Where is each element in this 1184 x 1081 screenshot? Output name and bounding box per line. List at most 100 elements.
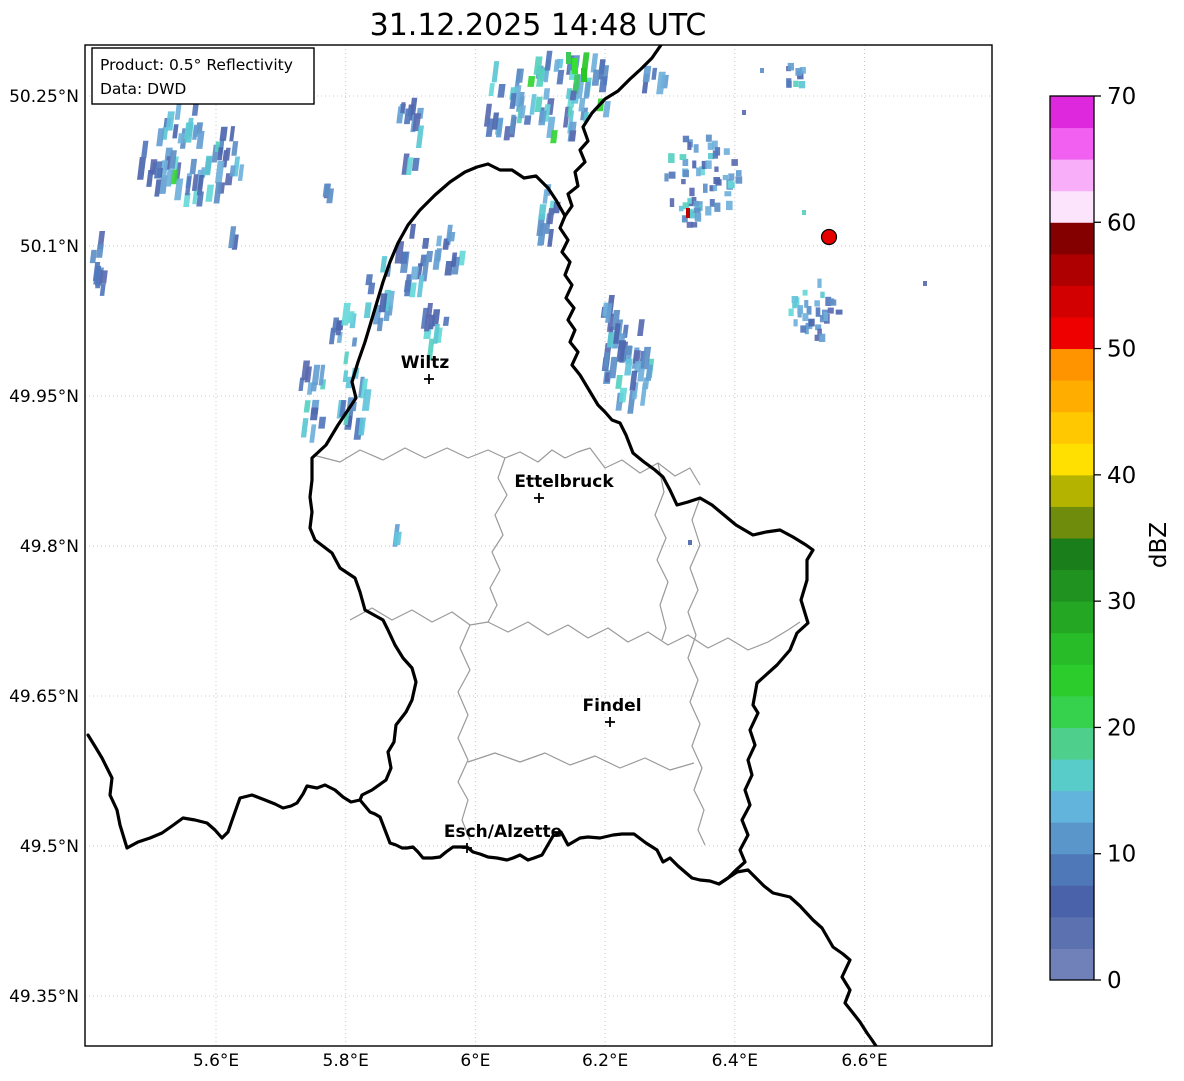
x-tick-label: 5.6°E: [193, 1051, 239, 1071]
echo-high-intensity-cell: [572, 58, 578, 74]
radar-site-dot: [820, 228, 838, 246]
district-border: [467, 752, 695, 771]
echo-cell: [447, 232, 456, 242]
colorbar-tick-label: 50: [1107, 337, 1136, 363]
y-tick-label: 49.8°N: [20, 537, 79, 557]
colorbar-segment: [1050, 538, 1094, 571]
echo-cell: [174, 102, 182, 120]
echo-cell: [802, 313, 809, 322]
radar-site-layer: [820, 228, 838, 246]
echo-cell: [556, 69, 565, 85]
echo-cell: [409, 223, 416, 239]
echo-cell: [491, 61, 500, 83]
echo-cell: [219, 126, 228, 141]
echo-cell: [89, 249, 97, 264]
echo-cell: [705, 134, 712, 142]
colorbar-segments: [1050, 96, 1094, 981]
echo-cell: [709, 199, 715, 207]
district-border: [312, 447, 591, 463]
echo-cell: [692, 160, 697, 169]
colorbar-segment: [1050, 506, 1094, 539]
colorbar-segment: [1050, 253, 1094, 286]
colorbar-segment: [1050, 317, 1094, 350]
echo-cell: [705, 160, 712, 169]
echo-cell: [705, 206, 712, 216]
colorbar-segment: [1050, 443, 1094, 476]
echo-cell: [793, 80, 799, 87]
echo-cluster: [641, 65, 669, 95]
colorbar-segment: [1050, 632, 1094, 665]
echo-cell: [637, 319, 645, 337]
echo-cell: [797, 305, 804, 314]
echo-cell: [668, 153, 675, 163]
echo-cell: [544, 50, 553, 71]
echo-cell: [141, 140, 149, 159]
district-border-layer: [312, 447, 801, 846]
y-tick-label: 49.5°N: [20, 837, 79, 857]
echo-cluster: [536, 184, 561, 247]
echo-cell: [786, 78, 792, 88]
echo-cell: [543, 88, 551, 100]
echo-cell: [172, 124, 179, 139]
colorbar-tick-label: 70: [1107, 84, 1136, 110]
colorbar-segment: [1050, 601, 1094, 634]
echo-cell: [203, 155, 213, 176]
echo-cell: [488, 83, 495, 96]
echo-cluster: [228, 226, 239, 250]
info-box-product-line: Product: 0.5° Reflectivity: [100, 56, 293, 74]
colorbar-tick-label: 60: [1107, 210, 1136, 236]
echo-cluster: [786, 62, 806, 89]
city-label: Esch/Alzette: [444, 822, 562, 842]
border-belgium-france: [86, 733, 362, 850]
info-box: Product: 0.5° Reflectivity Data: DWD: [91, 47, 315, 105]
echo-cell: [815, 307, 821, 317]
echo-cluster: [420, 303, 450, 361]
echo-cell: [694, 212, 702, 222]
echo-cell: [715, 147, 721, 156]
echo-cluster: [664, 134, 743, 228]
echo-cell: [432, 249, 442, 270]
city-label: Wiltz: [401, 353, 450, 373]
city-label: Findel: [582, 696, 641, 716]
echo-cell: [827, 307, 834, 314]
echo-cell: [814, 300, 820, 307]
echo-cluster: [788, 278, 843, 342]
echo-speck: [688, 540, 692, 545]
echo-cell: [687, 141, 692, 150]
echo-cell: [538, 204, 547, 220]
echo-cell: [527, 76, 536, 87]
x-tick-label: 6°E: [460, 1051, 490, 1071]
colorbar-segment: [1050, 159, 1094, 192]
echo-cell: [678, 205, 684, 212]
echo-high-intensity-cell: [686, 208, 690, 218]
echo-cell: [639, 382, 648, 406]
echo-cell: [442, 316, 450, 326]
echo-cell: [542, 189, 549, 204]
echo-cell: [686, 221, 693, 228]
x-tick-label: 5.8°E: [323, 1051, 369, 1071]
y-tick-label: 49.35°N: [9, 987, 79, 1007]
echo-cell: [205, 184, 214, 202]
echo-cell: [787, 62, 794, 71]
city-findel: Findel: [582, 696, 642, 727]
radar-map-svg: 31.12.2025 14:48 UTC Wiltz Ettelbruck Find…: [9, 8, 1172, 1071]
echo-cell: [820, 291, 825, 298]
echo-cell: [569, 90, 577, 101]
echo-cluster: [396, 97, 425, 175]
colorbar-tick-label: 10: [1107, 842, 1136, 868]
echo-cell: [608, 356, 618, 379]
echo-high-intensity-cell: [581, 68, 587, 82]
colorbar-segment: [1050, 916, 1094, 949]
colorbar-segment: [1050, 664, 1094, 697]
echo-cell: [553, 59, 561, 72]
echo-speck: [923, 281, 927, 286]
y-tick-label: 49.95°N: [9, 387, 79, 407]
radar-figure: 31.12.2025 14:48 UTC Wiltz Ettelbruck Find…: [0, 0, 1184, 1081]
echo-cell: [693, 144, 699, 153]
city-wiltz: Wiltz: [401, 353, 450, 384]
echo-cell: [189, 158, 198, 175]
echo-cell: [602, 101, 611, 118]
echo-cell: [156, 128, 165, 147]
echo-cell: [411, 157, 420, 171]
echo-cell: [800, 325, 806, 333]
